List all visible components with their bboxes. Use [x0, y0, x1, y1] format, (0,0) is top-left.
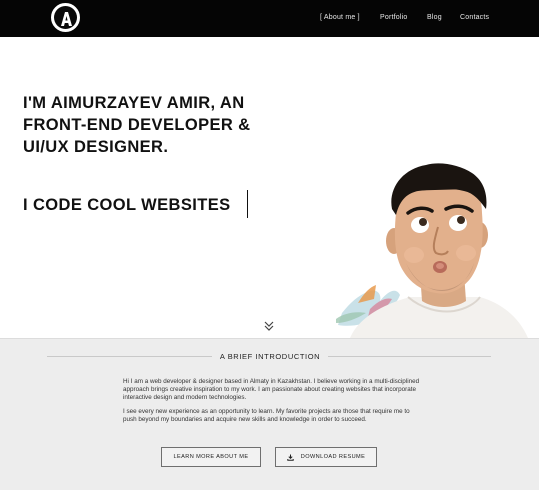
learn-more-button[interactable]: LEARN MORE ABOUT ME	[161, 447, 261, 467]
hero-headline: I'M AIMURZAYEV AMIR, AN FRONT-END DEVELO…	[23, 92, 251, 158]
intro-section: A BRIEF INTRODUCTION Hi I am a web devel…	[0, 338, 539, 490]
intro-paragraph-1: Hi I am a web developer & designer based…	[123, 378, 420, 401]
headline-line-2: FRONT-END DEVELOPER &	[23, 116, 251, 134]
divider-left	[47, 356, 212, 357]
logo[interactable]	[51, 3, 80, 32]
nav-link-portfolio[interactable]: Portfolio	[380, 14, 407, 21]
nav-link-contacts[interactable]: Contacts	[460, 14, 489, 21]
scroll-down-icon[interactable]	[263, 320, 275, 332]
headline-line-1: I'M AIMURZAYEV AMIR, AN	[23, 94, 245, 112]
learn-more-label: LEARN MORE ABOUT ME	[173, 454, 249, 460]
logo-a-icon	[61, 12, 72, 26]
download-resume-label: DOWNLOAD RESUME	[300, 454, 366, 460]
intro-paragraph-2: I see every new experience as an opportu…	[123, 408, 410, 423]
intro-title: A BRIEF INTRODUCTION	[219, 352, 321, 361]
nav-link-about[interactable]: [ About me ]	[320, 14, 360, 21]
download-icon	[287, 454, 294, 461]
hero-tagline: I CODE COOL WEBSITES	[23, 196, 231, 214]
top-nav: [ About me ] Portfolio Blog Contacts	[0, 0, 539, 37]
download-resume-button[interactable]: DOWNLOAD RESUME	[275, 447, 377, 467]
divider-right	[328, 356, 491, 357]
typing-cursor	[247, 190, 248, 218]
portrait-image	[336, 163, 528, 338]
nav-link-blog[interactable]: Blog	[427, 14, 442, 21]
headline-line-3: UI/UX DESIGNER.	[23, 138, 169, 156]
hero-section: I'M AIMURZAYEV AMIR, AN FRONT-END DEVELO…	[0, 37, 539, 338]
